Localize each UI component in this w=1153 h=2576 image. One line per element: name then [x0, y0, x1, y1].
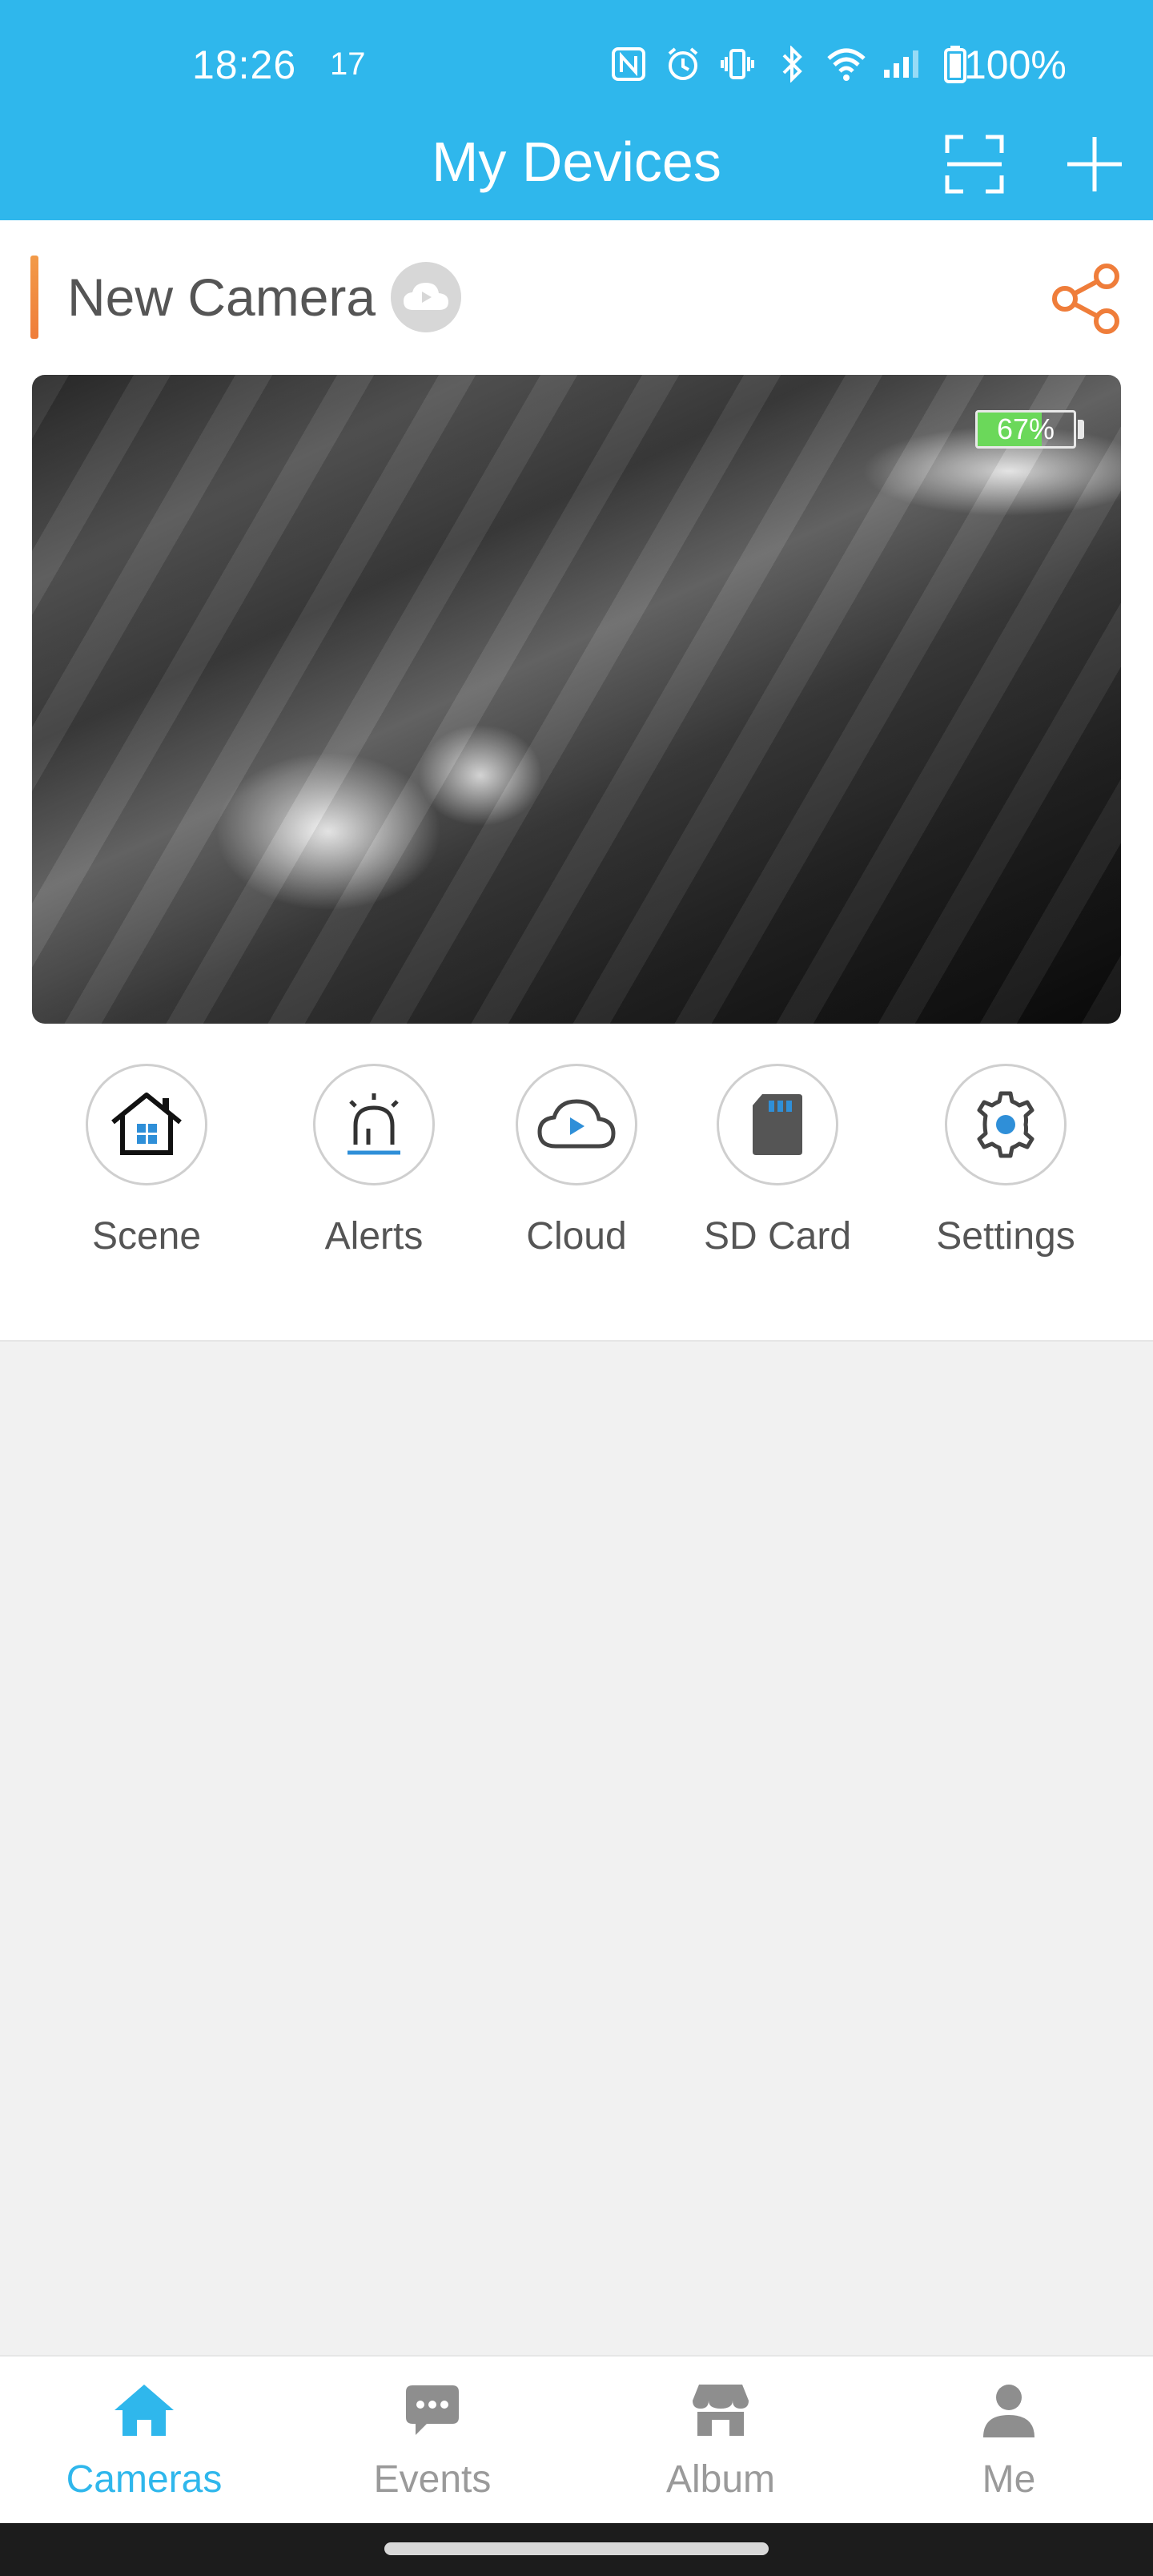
camera-live-preview[interactable]: 67% — [32, 375, 1121, 1024]
cloud-status-badge[interactable] — [391, 262, 461, 332]
share-icon — [1052, 264, 1119, 334]
add-device-button[interactable] — [1057, 127, 1132, 202]
nfc-icon — [607, 42, 650, 86]
cloud-button[interactable] — [516, 1064, 637, 1185]
gear-icon — [977, 1091, 1034, 1158]
device-card: New Camera 67% Scene Alerts Cloud SD Car… — [0, 220, 1153, 1342]
alerts-label: Alerts — [324, 1215, 424, 1258]
cloud-label: Cloud — [526, 1215, 627, 1258]
status-battery-percent: 100% — [964, 42, 1067, 87]
settings-button[interactable] — [945, 1064, 1067, 1185]
home-gesture-handle[interactable] — [384, 2542, 769, 2555]
nav-home-icon — [108, 2374, 180, 2446]
video-frame — [32, 375, 1121, 1024]
sd-card-button[interactable] — [717, 1064, 838, 1185]
nav-label-events: Events — [373, 2458, 492, 2501]
nav-tab-events[interactable]: Events — [328, 2374, 536, 2502]
system-gesture-bar — [0, 2523, 1153, 2576]
alarm-icon — [661, 42, 705, 86]
nav-person-icon — [973, 2374, 1045, 2446]
nav-store-icon — [685, 2374, 757, 2446]
device-actions: Scene Alerts Cloud SD Card Settings — [0, 1064, 1153, 1296]
nav-label-cameras: Cameras — [66, 2458, 223, 2501]
nav-chat-bubble-icon — [396, 2374, 468, 2446]
sd-card-icon — [753, 1094, 802, 1155]
app-header: 18:26 17 100% My Devices — [0, 0, 1153, 220]
nav-tab-me[interactable]: Me — [905, 2374, 1113, 2502]
siren-icon — [348, 1093, 400, 1155]
status-icons — [607, 40, 977, 88]
action-scene[interactable]: Scene — [58, 1064, 235, 1258]
device-name-accent — [30, 256, 38, 339]
scan-button[interactable] — [937, 127, 1012, 202]
bluetooth-icon — [770, 42, 814, 86]
scene-label: Scene — [91, 1215, 202, 1258]
plus-icon — [1067, 137, 1122, 191]
sd-card-label: SD Card — [703, 1215, 852, 1258]
status-notification-count: 17 — [330, 46, 366, 82]
settings-label: Settings — [936, 1215, 1075, 1258]
alerts-button[interactable] — [313, 1064, 435, 1185]
cloud-play-icon — [537, 1099, 616, 1149]
nav-tab-cameras[interactable]: Cameras — [40, 2374, 248, 2502]
action-alerts[interactable]: Alerts — [286, 1064, 462, 1258]
signal-icon — [879, 42, 922, 86]
camera-battery-text: 67% — [996, 413, 1055, 445]
scan-frame-icon — [945, 135, 1004, 194]
device-name[interactable]: New Camera — [67, 267, 376, 328]
cloud-icon — [404, 283, 448, 310]
camera-battery-tip — [1078, 420, 1084, 439]
status-bar: 18:26 17 100% — [0, 0, 1153, 132]
vibrate-icon — [716, 42, 759, 86]
home-icon — [111, 1093, 182, 1155]
camera-battery-indicator: 67% — [975, 410, 1076, 449]
action-sd-card[interactable]: SD Card — [689, 1064, 866, 1258]
wifi-icon — [825, 42, 868, 86]
action-cloud[interactable]: Cloud — [488, 1064, 665, 1258]
scene-button[interactable] — [86, 1064, 207, 1185]
title-bar: My Devices — [0, 120, 1153, 220]
nav-label-me: Me — [982, 2458, 1036, 2501]
bottom-navigation: Cameras Events Album Me — [0, 2355, 1153, 2523]
share-button[interactable] — [1047, 260, 1124, 337]
action-settings[interactable]: Settings — [918, 1064, 1094, 1258]
nav-label-album: Album — [665, 2458, 776, 2501]
status-time: 18:26 — [192, 42, 297, 87]
nav-tab-album[interactable]: Album — [617, 2374, 825, 2502]
